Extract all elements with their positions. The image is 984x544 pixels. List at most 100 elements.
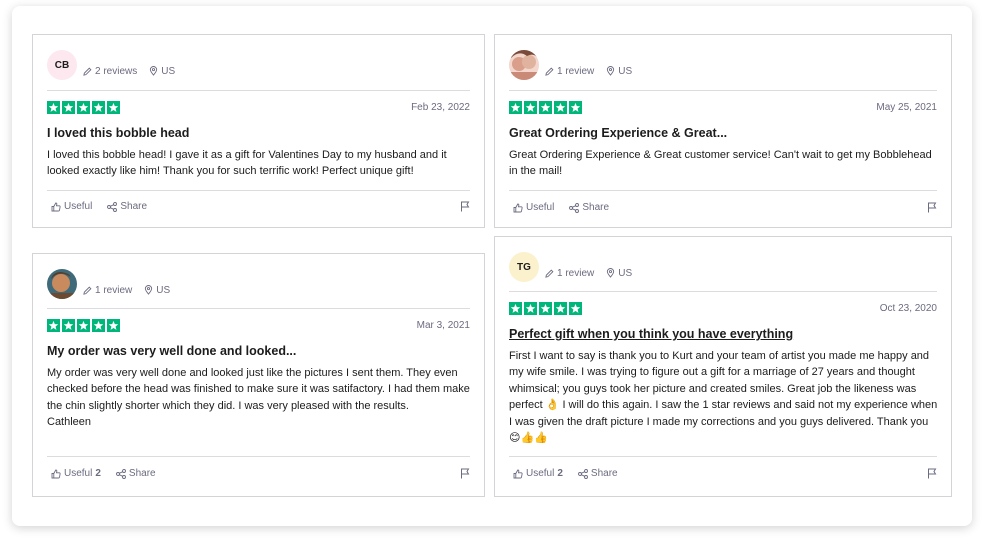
reviewer-header: 1 review US	[47, 268, 170, 300]
star-icon	[539, 101, 552, 114]
reviewer-header: TG 1 review US	[509, 251, 632, 283]
star-icon	[539, 302, 552, 315]
share-button[interactable]: Share	[107, 201, 147, 212]
useful-button[interactable]: Useful 2	[513, 468, 563, 479]
divider	[509, 456, 937, 457]
share-button[interactable]: Share	[569, 202, 609, 213]
avatar[interactable]: TG	[509, 252, 539, 282]
share-label: Share	[582, 202, 610, 213]
review-date: May 25, 2021	[876, 102, 937, 113]
flag-icon[interactable]	[460, 201, 470, 212]
star-icon	[47, 319, 60, 332]
share-button[interactable]: Share	[577, 468, 618, 479]
share-label: Share	[590, 468, 618, 479]
country: US	[161, 65, 176, 77]
avatar[interactable]	[47, 269, 77, 299]
smile-thumbs-up-emoji-icon: 😊👍👍	[509, 432, 548, 445]
useful-button[interactable]: Useful	[51, 201, 92, 212]
star-icon	[62, 101, 75, 114]
country: US	[618, 65, 633, 77]
useful-label: Useful	[526, 202, 555, 213]
useful-count: 2	[95, 468, 101, 479]
flag-icon[interactable]	[927, 468, 937, 479]
review-count: 1 review	[95, 284, 133, 296]
review-body: My order was very well done and looked j…	[47, 365, 472, 431]
pencil-icon	[545, 269, 554, 278]
review-card: TG 1 review US Oct 23, 2020 Perfect gift…	[494, 236, 952, 497]
review-date: Feb 23, 2022	[411, 102, 470, 113]
star-icon	[554, 302, 567, 315]
location-pin-icon	[606, 66, 615, 76]
useful-label: Useful	[526, 468, 555, 479]
divider	[47, 90, 470, 91]
divider	[509, 190, 937, 191]
useful-label: Useful	[64, 201, 93, 212]
star-icon	[509, 101, 522, 114]
pencil-icon	[545, 67, 554, 76]
reviewer-header: CB 2 reviews US	[47, 49, 175, 81]
review-signature: Cathleen	[47, 416, 92, 429]
share-icon	[115, 468, 126, 479]
useful-button[interactable]: Useful	[513, 202, 554, 213]
ok-hand-emoji-icon: 👌	[545, 399, 560, 412]
avatar[interactable]: CB	[47, 50, 77, 80]
review-count: 1 review	[557, 65, 595, 77]
divider	[47, 190, 470, 191]
divider	[509, 291, 937, 292]
share-label: Share	[128, 468, 156, 479]
review-card: 1 review US Mar 3, 2021 My order was ver…	[32, 253, 485, 497]
star-icon	[569, 302, 582, 315]
review-date: Oct 23, 2020	[879, 303, 937, 314]
location-pin-icon	[606, 268, 615, 278]
country: US	[618, 267, 633, 279]
star-icon	[107, 319, 120, 332]
thumbs-up-icon	[51, 202, 61, 211]
thumbs-up-icon	[513, 203, 523, 212]
review-card: 1 review US May 25, 2021 Great Ordering …	[494, 34, 952, 228]
thumbs-up-icon	[51, 469, 61, 478]
divider	[47, 456, 470, 457]
share-button[interactable]: Share	[115, 468, 156, 479]
thumbs-up-icon	[513, 469, 523, 478]
star-icon	[77, 101, 90, 114]
star-icon	[524, 101, 537, 114]
star-icon	[92, 319, 105, 332]
useful-button[interactable]: Useful 2	[51, 468, 101, 479]
star-rating	[47, 101, 120, 114]
star-icon	[569, 101, 582, 114]
review-body: Great Ordering Experience & Great custom…	[509, 149, 932, 178]
star-icon	[62, 319, 75, 332]
star-icon	[47, 101, 60, 114]
star-icon	[92, 101, 105, 114]
country: US	[156, 284, 171, 296]
review-title[interactable]: My order was very well done and looked..…	[47, 344, 470, 358]
avatar[interactable]	[509, 50, 539, 80]
useful-label: Useful	[64, 468, 93, 479]
pencil-icon	[83, 286, 92, 295]
reviewer-header: 1 review US	[509, 49, 632, 81]
review-title-link[interactable]: Perfect gift when you think you have eve…	[509, 327, 937, 341]
flag-icon[interactable]	[927, 202, 937, 213]
share-icon	[569, 202, 580, 213]
review-title[interactable]: Great Ordering Experience & Great...	[509, 126, 937, 140]
share-icon	[107, 201, 118, 212]
star-rating	[509, 302, 582, 315]
location-pin-icon	[149, 66, 158, 76]
review-card: CB 2 reviews US Feb 23, 2022 I loved thi…	[32, 34, 485, 228]
review-text: I will do this again. I saw the 1 star r…	[509, 399, 938, 428]
star-icon	[77, 319, 90, 332]
useful-count: 2	[557, 468, 563, 479]
review-count: 2 reviews	[95, 65, 138, 77]
pencil-icon	[83, 67, 92, 76]
divider	[47, 308, 470, 309]
review-body: I loved this bobble head! I gave it as a…	[47, 149, 447, 178]
review-text: My order was very well done and looked j…	[47, 367, 470, 412]
review-title[interactable]: I loved this bobble head	[47, 126, 470, 140]
review-count: 1 review	[557, 267, 595, 279]
share-icon	[577, 468, 588, 479]
star-rating	[47, 319, 120, 332]
location-pin-icon	[144, 285, 153, 295]
flag-icon[interactable]	[460, 468, 470, 479]
star-icon	[554, 101, 567, 114]
share-label: Share	[120, 201, 148, 212]
